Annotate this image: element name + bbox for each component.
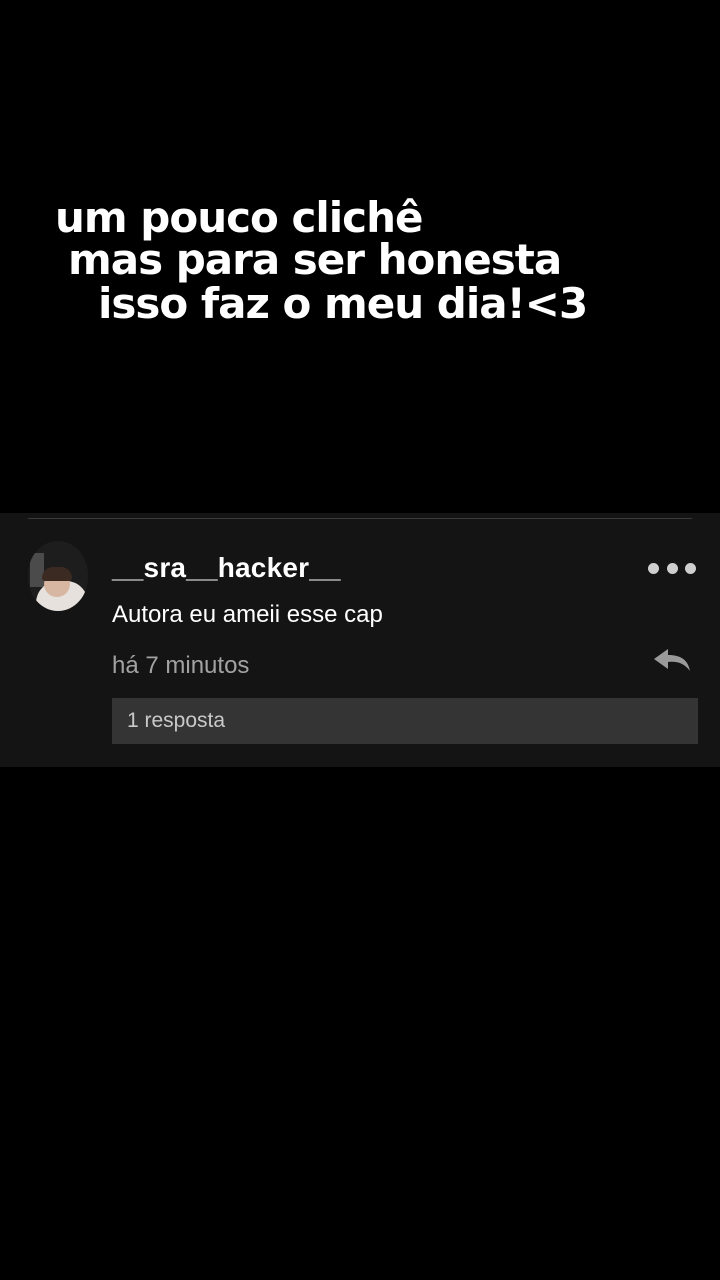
- caption-line-2: mas para ser honesta: [68, 235, 562, 284]
- divider: [28, 518, 692, 519]
- caption-line-1: um pouco clichê: [55, 193, 423, 242]
- reply-arrow-icon[interactable]: [652, 647, 692, 673]
- replies-count-label: 1 resposta: [127, 709, 226, 732]
- avatar[interactable]: [28, 541, 88, 611]
- comment-text: Autora eu ameii esse cap: [112, 601, 383, 628]
- view-replies-button[interactable]: 1 resposta: [112, 698, 698, 744]
- comment-card: __sra__hacker__ Autora eu ameii esse cap…: [0, 513, 720, 767]
- caption-line-3: isso faz o meu dia!<3: [98, 279, 588, 328]
- more-options-icon[interactable]: [648, 561, 696, 575]
- comment-username[interactable]: __sra__hacker__: [112, 552, 341, 584]
- comment-timestamp: há 7 minutos: [112, 652, 250, 679]
